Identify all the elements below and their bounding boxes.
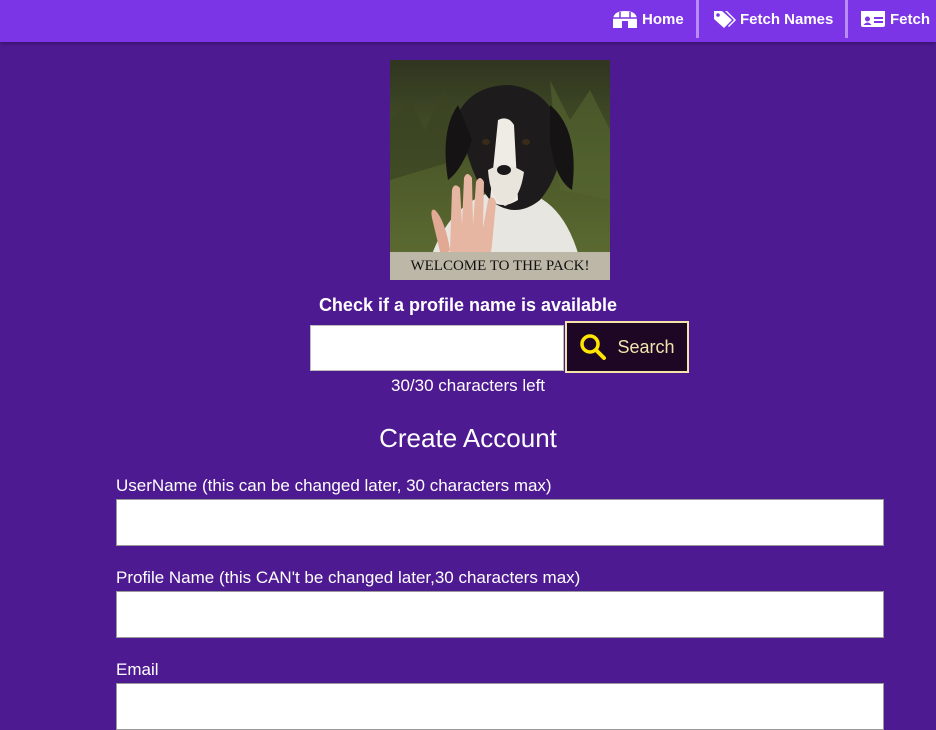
email-label: Email: [116, 660, 159, 679]
nav-divider: [696, 0, 699, 38]
dog-picture: [390, 60, 610, 280]
welcome-caption: WELCOME TO THE PACK!: [390, 252, 610, 280]
tags-icon: [714, 11, 736, 28]
igloo-icon: [613, 11, 637, 28]
profile-name-search-input[interactable]: [310, 325, 564, 371]
nav-fetch-label: Fetch: [890, 10, 931, 28]
username-field[interactable]: [116, 499, 884, 546]
profile-name-field[interactable]: [116, 591, 884, 638]
characters-left-counter: 30/30 characters left: [390, 376, 546, 395]
welcome-dog-image: WELCOME TO THE PACK!: [390, 60, 610, 280]
username-label: UserName (this can be changed later, 30 …: [116, 476, 552, 495]
email-field[interactable]: [116, 683, 884, 730]
search-button[interactable]: Search: [565, 321, 689, 373]
create-account-heading: Create Account: [379, 423, 557, 453]
nav-fetch-names[interactable]: Fetch Names: [712, 0, 833, 38]
search-icon: [580, 334, 607, 360]
profile-name-label: Profile Name (this CAN't be changed late…: [116, 568, 581, 587]
nav-fetch[interactable]: Fetch: [860, 0, 930, 38]
nav-fetch-names-label: Fetch Names: [740, 10, 834, 28]
id-card-icon: [861, 11, 885, 27]
navbar: Home Fetch Names Fetch: [0, 0, 936, 42]
nav-home-label: Home: [642, 10, 684, 28]
search-button-label: Search: [617, 336, 675, 357]
nav-divider: [845, 0, 848, 38]
nav-home[interactable]: Home: [612, 0, 684, 38]
profile-check-title: Check if a profile name is available: [318, 295, 618, 315]
